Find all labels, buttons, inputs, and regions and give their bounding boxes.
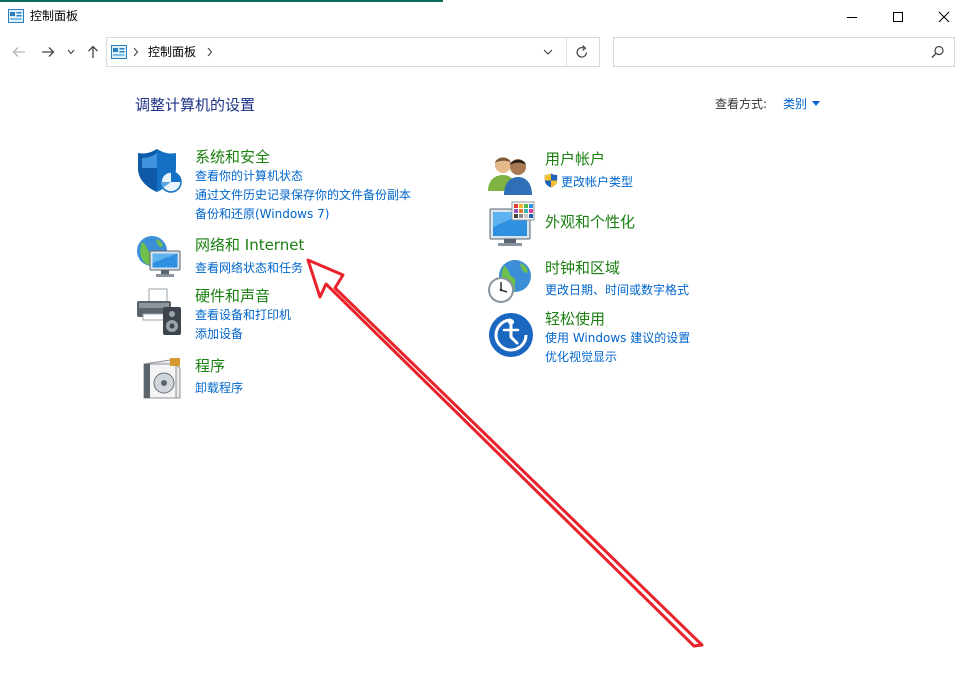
up-button[interactable]: [83, 40, 103, 64]
minimize-button[interactable]: [829, 2, 875, 32]
address-history-chevron-icon[interactable]: [542, 47, 554, 57]
close-icon: [938, 11, 950, 23]
maximize-icon: [893, 12, 903, 22]
link-file-history-backup[interactable]: 通过文件历史记录保存你的文件备份副本: [195, 187, 411, 203]
back-button[interactable]: [8, 40, 30, 64]
search-box[interactable]: [613, 37, 955, 67]
link-add-device[interactable]: 添加设备: [195, 326, 243, 342]
link-windows-recommended-settings[interactable]: 使用 Windows 建议的设置: [545, 330, 690, 346]
shield-icon[interactable]: [135, 146, 183, 194]
refresh-icon[interactable]: [575, 44, 589, 60]
view-by-dropdown[interactable]: 类别: [783, 96, 807, 112]
control-panel-icon: [8, 9, 24, 23]
link-view-network-status[interactable]: 查看网络状态和任务: [195, 260, 303, 276]
chevron-down-icon: [67, 49, 75, 55]
search-icon[interactable]: [931, 45, 945, 59]
link-change-account-type[interactable]: 更改帐户类型: [561, 174, 633, 190]
link-view-devices-printers[interactable]: 查看设备和打印机: [195, 307, 291, 323]
title-bar: 控制面板: [0, 2, 967, 32]
address-bar[interactable]: 控制面板: [106, 37, 600, 67]
window-title: 控制面板: [30, 9, 79, 23]
chevron-right-icon[interactable]: [132, 45, 140, 59]
category-network-internet-title[interactable]: 网络和 Internet: [195, 236, 304, 255]
recent-locations-button[interactable]: [64, 40, 78, 64]
dropdown-caret-icon[interactable]: [812, 101, 820, 106]
up-arrow-icon: [88, 45, 98, 58]
page-title: 调整计算机的设置: [135, 96, 256, 114]
category-clock-region-title[interactable]: 时钟和区域: [545, 259, 620, 278]
forward-button[interactable]: [37, 40, 59, 64]
control-panel-icon: [111, 45, 127, 59]
category-appearance-title[interactable]: 外观和个性化: [545, 213, 635, 232]
clock-globe-icon[interactable]: [486, 258, 534, 306]
search-input[interactable]: [620, 43, 924, 63]
forward-arrow-icon: [42, 47, 55, 57]
category-hardware-sound-title[interactable]: 硬件和声音: [195, 287, 270, 306]
link-change-date-time-format[interactable]: 更改日期、时间或数字格式: [545, 282, 689, 298]
network-globe-icon[interactable]: [134, 233, 184, 281]
program-disc-icon[interactable]: [140, 356, 184, 402]
uac-shield-icon: [544, 173, 558, 188]
monitor-palette-icon[interactable]: [488, 201, 536, 249]
chevron-right-icon[interactable]: [206, 45, 214, 59]
category-ease-of-access-title[interactable]: 轻松使用: [545, 310, 605, 329]
address-divider: [566, 38, 567, 66]
printer-speaker-icon[interactable]: [135, 287, 185, 337]
maximize-button[interactable]: [875, 2, 921, 32]
close-button[interactable]: [921, 2, 967, 32]
link-optimize-visual-display[interactable]: 优化视觉显示: [545, 349, 617, 365]
link-backup-restore[interactable]: 备份和还原(Windows 7): [195, 206, 329, 222]
back-arrow-icon: [12, 47, 25, 57]
category-system-security-title[interactable]: 系统和安全: [195, 148, 270, 167]
breadcrumb-control-panel[interactable]: 控制面板: [148, 44, 196, 60]
users-icon[interactable]: [488, 151, 534, 195]
view-by-label: 查看方式:: [715, 97, 768, 111]
link-view-computer-status[interactable]: 查看你的计算机状态: [195, 168, 303, 184]
minimize-icon: [847, 17, 857, 18]
link-uninstall-program[interactable]: 卸载程序: [195, 380, 243, 396]
category-user-accounts-title[interactable]: 用户帐户: [545, 150, 605, 169]
category-programs-title[interactable]: 程序: [195, 357, 225, 376]
ease-of-access-icon[interactable]: [487, 311, 535, 359]
